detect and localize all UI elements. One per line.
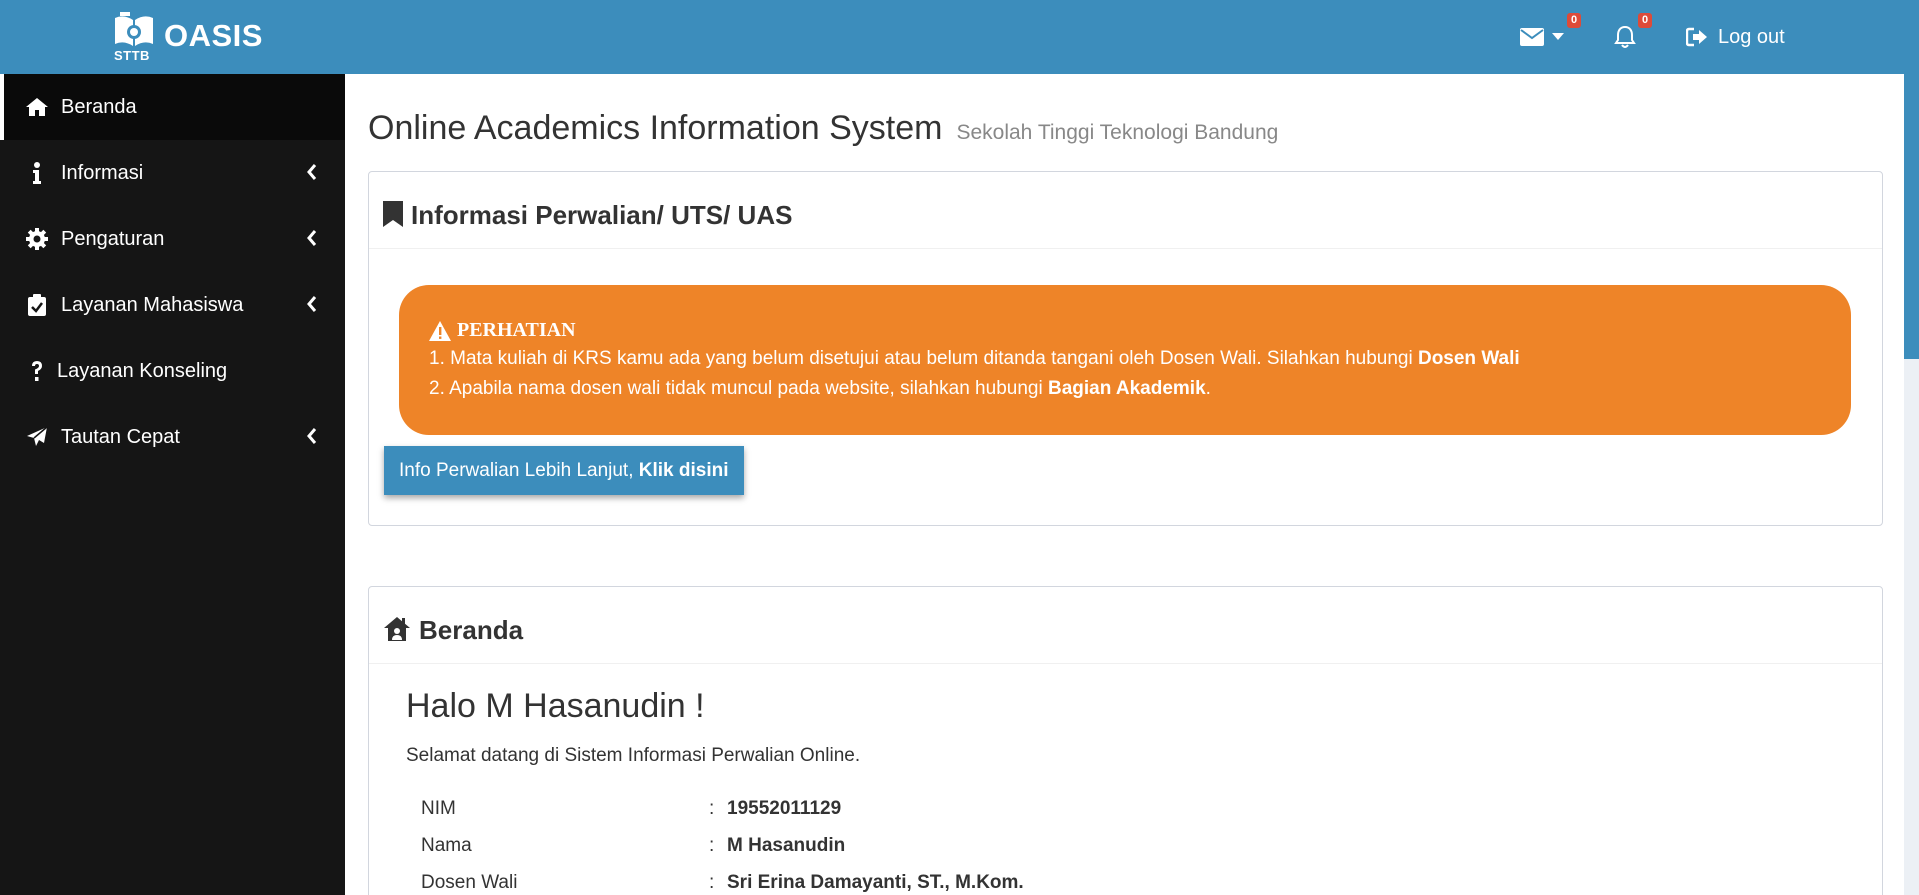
sidebar-item-pengaturan[interactable]: Pengaturan [0,206,345,272]
top-navbar: STTB OASIS 0 0 Log out [0,0,1919,74]
alert-line-1: 1. Mata kuliah di KRS kamu ada yang belu… [429,348,1520,370]
alert-header: PERHATIAN [429,319,576,342]
box-header: Informasi Perwalian/ UTS/ UAS [369,172,1882,249]
page-title: Online Academics Information System [368,109,943,147]
alert-line-1-text: 1. Mata kuliah di KRS kamu ada yang belu… [429,348,1418,369]
logout-button[interactable]: Log out [1686,0,1785,74]
info-colon: : [709,798,715,819]
chevron-left-icon [307,164,317,180]
sign-out-icon [1686,27,1707,47]
sidebar: Beranda Informasi Pengaturan Layanan Mah… [0,74,345,895]
page-subtitle: Sekolah Tinggi Teknologi Bandung [956,121,1279,144]
notifications-button[interactable]: 0 [1614,0,1653,74]
info-key: NIM [421,798,456,819]
alert-line-2-text: 2. Apabila nama dosen wali tidak muncul … [429,378,1048,399]
alert-line-2-end: . [1205,378,1211,399]
home-icon [25,96,49,118]
paper-plane-icon [25,426,49,448]
sidebar-item-label: Informasi [61,161,144,184]
info-row-dosen-wali: Dosen Wali : Sri Erina Damayanti, ST., M… [421,872,1621,895]
clipboard-check-icon [25,294,49,316]
sidebar-item-label: Layanan Konseling [57,359,228,382]
welcome-text: Selamat datang di Sistem Informasi Perwa… [406,745,861,766]
warning-icon [429,320,451,341]
alert-line-2: 2. Apabila nama dosen wali tidak muncul … [429,378,1211,400]
box-title: Informasi Perwalian/ UTS/ UAS [411,200,793,230]
chevron-left-icon [307,230,317,246]
logout-label: Log out [1718,25,1785,48]
notifications-badge: 0 [1638,13,1653,28]
bell-icon [1614,25,1636,48]
info-colon: : [709,872,715,893]
button-text: Info Perwalian Lebih Lanjut, [399,459,634,481]
sidebar-item-tautan-cepat[interactable]: Tautan Cepat [0,404,345,470]
sidebar-item-label: Tautan Cepat [61,425,180,448]
sidebar-item-label: Pengaturan [61,227,165,250]
main-content: Online Academics Information System Seko… [345,74,1904,895]
info-perwalian-button[interactable]: Info Perwalian Lebih Lanjut, Klik disini [384,446,744,495]
beranda-box: Beranda Halo M Hasanudin ! Selamat datan… [368,586,1883,895]
info-colon: : [709,835,715,856]
sidebar-item-informasi[interactable]: Informasi [0,140,345,206]
alert-title: PERHATIAN [457,319,576,341]
info-row-nim: NIM : 19552011129 [421,798,1621,828]
logo-text: OASIS [164,18,263,53]
gear-icon [25,228,49,250]
info-value: 19552011129 [727,798,842,819]
scrollbar-thumb[interactable] [1904,74,1919,359]
warning-alert: PERHATIAN 1. Mata kuliah di KRS kamu ada… [399,285,1851,435]
box-title: Beranda [419,615,524,645]
caret-down-icon [1552,33,1564,40]
info-value: M Hasanudin [727,835,846,856]
sidebar-item-layanan-konseling[interactable]: Layanan Konseling [0,338,345,404]
page-header: Online Academics Information System Seko… [368,109,1278,148]
question-icon [25,360,49,382]
envelope-icon [1520,28,1544,46]
alert-line-2-bold: Bagian Akademik [1047,378,1206,399]
box-header: Beranda [369,587,1882,664]
messages-dropdown[interactable]: 0 [1520,0,1582,74]
info-row-nama: Nama : M Hasanudin [421,835,1621,865]
app-logo[interactable]: STTB OASIS [110,10,263,64]
info-key: Dosen Wali [421,872,518,893]
messages-badge: 0 [1567,13,1582,28]
sidebar-item-label: Beranda [61,95,137,118]
button-bold-text: Klik disini [638,459,729,481]
house-user-icon [384,617,410,641]
info-value: Sri Erina Damayanti, ST., M.Kom. [727,872,1024,893]
logo-mark: STTB [110,10,158,64]
alert-line-1-bold: Dosen Wali [1417,348,1520,369]
info-icon [25,162,49,184]
book-logo-icon [115,12,153,46]
sidebar-item-beranda[interactable]: Beranda [0,74,345,140]
chevron-left-icon [307,428,317,444]
bookmark-icon [383,201,403,227]
sidebar-item-layanan-mahasiswa[interactable]: Layanan Mahasiswa [0,272,345,338]
perwalian-box: Informasi Perwalian/ UTS/ UAS PERHATIAN … [368,171,1883,526]
info-key: Nama [421,835,472,856]
greeting: Halo M Hasanudin ! [406,687,705,725]
sidebar-item-label: Layanan Mahasiswa [61,293,244,316]
logo-subtitle: STTB [114,48,150,63]
chevron-left-icon [307,296,317,312]
